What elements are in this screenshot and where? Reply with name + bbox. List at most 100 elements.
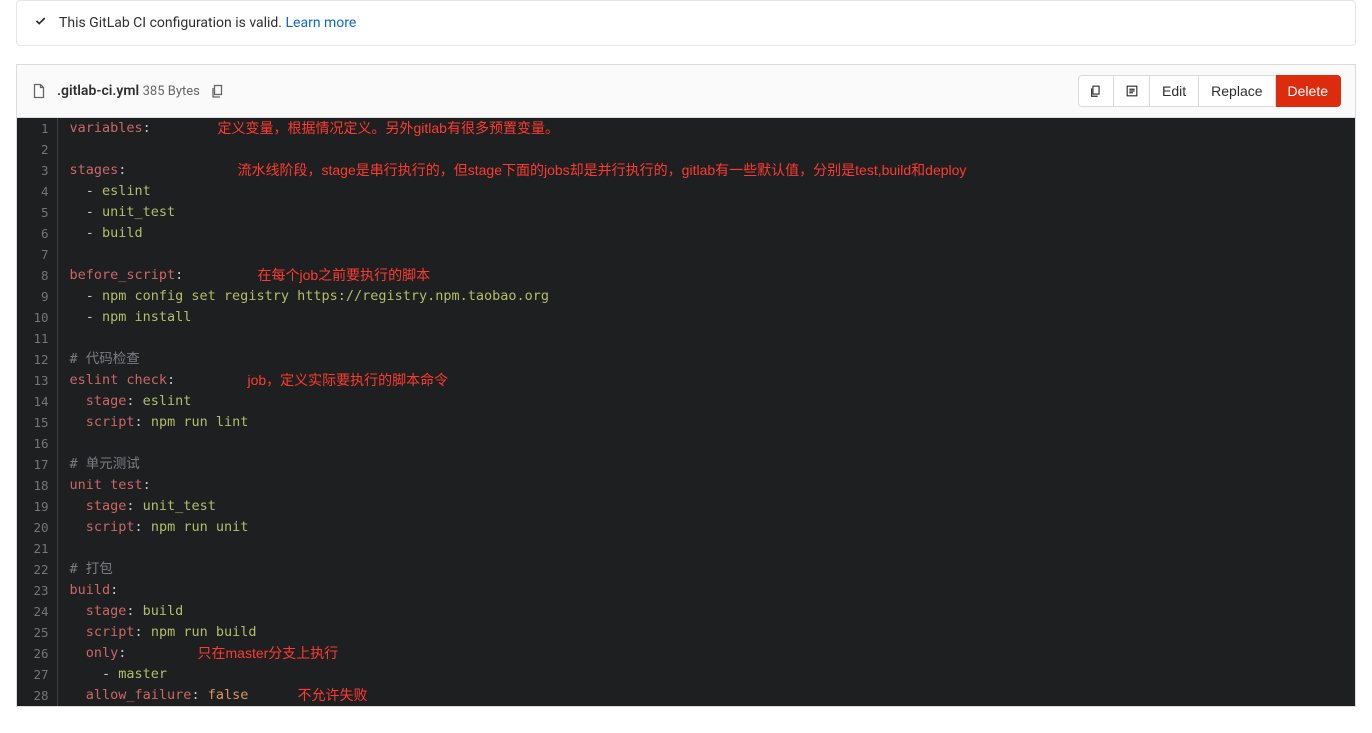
annotation: 不允许失败 bbox=[298, 685, 368, 706]
line-number[interactable]: 14 bbox=[17, 391, 57, 412]
code-line: 20 script: npm run unit bbox=[17, 517, 1355, 538]
code-line: 28 allow_failure: false不允许失败 bbox=[17, 685, 1355, 706]
code-viewer: 1variables:定义变量，根据情况定义。另外gitlab有很多预置变量。2… bbox=[16, 117, 1356, 707]
line-number[interactable]: 17 bbox=[17, 454, 57, 475]
code-line: 2 bbox=[17, 139, 1355, 160]
code-line: 1variables:定义变量，根据情况定义。另外gitlab有很多预置变量。 bbox=[17, 118, 1355, 139]
annotation: 定义变量，根据情况定义。另外gitlab有很多预置变量。 bbox=[218, 118, 559, 139]
ci-valid-notice: This GitLab CI configuration is valid. L… bbox=[16, 0, 1356, 46]
copy-filepath-icon[interactable] bbox=[210, 83, 226, 99]
file-name: .gitlab-ci.yml bbox=[57, 83, 139, 99]
code-line: 11 bbox=[17, 328, 1355, 349]
code-line: 14 stage: eslint bbox=[17, 391, 1355, 412]
line-number[interactable]: 18 bbox=[17, 475, 57, 496]
code-content bbox=[57, 139, 1355, 160]
annotation: 只在master分支上执行 bbox=[198, 643, 339, 664]
line-number[interactable]: 12 bbox=[17, 349, 57, 370]
code-line: 26 only:只在master分支上执行 bbox=[17, 643, 1355, 664]
line-number[interactable]: 10 bbox=[17, 307, 57, 328]
annotation: 流水线阶段，stage是串行执行的，但stage下面的jobs却是并行执行的，g… bbox=[238, 160, 967, 181]
code-line: 15 script: npm run lint bbox=[17, 412, 1355, 433]
code-line: 16 bbox=[17, 433, 1355, 454]
ci-valid-text: This GitLab CI configuration is valid. L… bbox=[59, 15, 356, 31]
annotation: job，定义实际要执行的脚本命令 bbox=[248, 370, 449, 391]
line-number[interactable]: 9 bbox=[17, 286, 57, 307]
code-content: - eslint bbox=[57, 181, 1355, 202]
code-content: - npm install bbox=[57, 307, 1355, 328]
line-number[interactable]: 13 bbox=[17, 370, 57, 391]
line-number[interactable]: 1 bbox=[17, 118, 57, 139]
line-number[interactable]: 5 bbox=[17, 202, 57, 223]
code-content: script: npm run unit bbox=[57, 517, 1355, 538]
code-line: 10 - npm install bbox=[17, 307, 1355, 328]
line-number[interactable]: 8 bbox=[17, 265, 57, 286]
code-content: # 代码检查 bbox=[57, 349, 1355, 370]
line-number[interactable]: 28 bbox=[17, 685, 57, 706]
line-number[interactable]: 20 bbox=[17, 517, 57, 538]
line-number[interactable]: 22 bbox=[17, 559, 57, 580]
line-number[interactable]: 2 bbox=[17, 139, 57, 160]
file-header: .gitlab-ci.yml 385 Bytes Edit Replace De… bbox=[16, 64, 1356, 117]
annotation: 在每个job之前要执行的脚本 bbox=[258, 265, 431, 286]
code-line: 8before_script:在每个job之前要执行的脚本 bbox=[17, 265, 1355, 286]
code-content: # 单元测试 bbox=[57, 454, 1355, 475]
code-content: stage: build bbox=[57, 601, 1355, 622]
code-line: 18unit test: bbox=[17, 475, 1355, 496]
file-icon bbox=[31, 83, 47, 99]
code-line: 27 - master bbox=[17, 664, 1355, 685]
code-content: - build bbox=[57, 223, 1355, 244]
code-content: - npm config set registry https://regist… bbox=[57, 286, 1355, 307]
code-content: script: npm run lint bbox=[57, 412, 1355, 433]
code-content: before_script:在每个job之前要执行的脚本 bbox=[57, 265, 1355, 286]
code-line: 12# 代码检查 bbox=[17, 349, 1355, 370]
code-line: 23build: bbox=[17, 580, 1355, 601]
code-line: 21 bbox=[17, 538, 1355, 559]
line-number[interactable]: 7 bbox=[17, 244, 57, 265]
line-number[interactable]: 6 bbox=[17, 223, 57, 244]
line-number[interactable]: 21 bbox=[17, 538, 57, 559]
line-number[interactable]: 3 bbox=[17, 160, 57, 181]
code-line: 6 - build bbox=[17, 223, 1355, 244]
delete-button[interactable]: Delete bbox=[1276, 75, 1341, 107]
code-table: 1variables:定义变量，根据情况定义。另外gitlab有很多预置变量。2… bbox=[17, 118, 1355, 706]
code-line: 7 bbox=[17, 244, 1355, 265]
code-content: - master bbox=[57, 664, 1355, 685]
code-content bbox=[57, 433, 1355, 454]
code-content: only:只在master分支上执行 bbox=[57, 643, 1355, 664]
code-line: 3stages:流水线阶段，stage是串行执行的，但stage下面的jobs却… bbox=[17, 160, 1355, 181]
code-content: - unit_test bbox=[57, 202, 1355, 223]
code-content: script: npm run build bbox=[57, 622, 1355, 643]
copy-contents-button[interactable] bbox=[1078, 75, 1114, 107]
line-number[interactable]: 19 bbox=[17, 496, 57, 517]
code-content bbox=[57, 244, 1355, 265]
line-number[interactable]: 15 bbox=[17, 412, 57, 433]
line-number[interactable]: 25 bbox=[17, 622, 57, 643]
code-content: # 打包 bbox=[57, 559, 1355, 580]
code-line: 22# 打包 bbox=[17, 559, 1355, 580]
code-content: stages:流水线阶段，stage是串行执行的，但stage下面的jobs却是… bbox=[57, 160, 1355, 181]
code-line: 5 - unit_test bbox=[17, 202, 1355, 223]
code-content: stage: eslint bbox=[57, 391, 1355, 412]
line-number[interactable]: 23 bbox=[17, 580, 57, 601]
code-content: stage: unit_test bbox=[57, 496, 1355, 517]
code-line: 24 stage: build bbox=[17, 601, 1355, 622]
learn-more-link[interactable]: Learn more bbox=[286, 15, 357, 31]
line-number[interactable]: 4 bbox=[17, 181, 57, 202]
code-content: eslint check:job，定义实际要执行的脚本命令 bbox=[57, 370, 1355, 391]
raw-button[interactable] bbox=[1114, 75, 1150, 107]
line-number[interactable]: 11 bbox=[17, 328, 57, 349]
line-number[interactable]: 16 bbox=[17, 433, 57, 454]
code-line: 9 - npm config set registry https://regi… bbox=[17, 286, 1355, 307]
code-line: 4 - eslint bbox=[17, 181, 1355, 202]
code-content bbox=[57, 328, 1355, 349]
code-content: variables:定义变量，根据情况定义。另外gitlab有很多预置变量。 bbox=[57, 118, 1355, 139]
code-content: unit test: bbox=[57, 475, 1355, 496]
edit-button[interactable]: Edit bbox=[1150, 75, 1199, 107]
line-number[interactable]: 26 bbox=[17, 643, 57, 664]
line-number[interactable]: 24 bbox=[17, 601, 57, 622]
code-content: allow_failure: false不允许失败 bbox=[57, 685, 1355, 706]
file-size: 385 Bytes bbox=[143, 84, 200, 99]
line-number[interactable]: 27 bbox=[17, 664, 57, 685]
check-icon bbox=[33, 13, 49, 33]
replace-button[interactable]: Replace bbox=[1199, 75, 1275, 107]
